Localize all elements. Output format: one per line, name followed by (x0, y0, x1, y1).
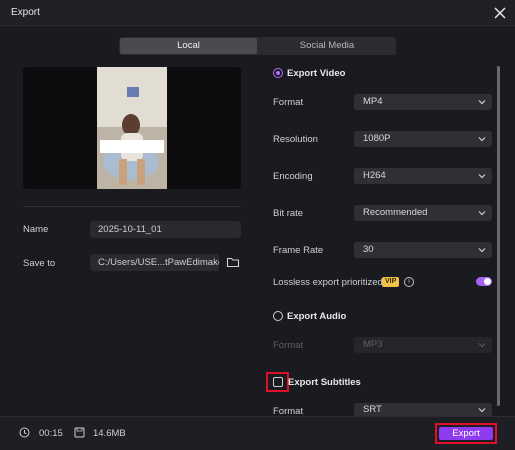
chevron-down-icon (478, 408, 486, 413)
save-to-label: Save to (23, 258, 56, 269)
export-button[interactable]: Export (439, 427, 493, 440)
export-tabs: Local Social Media (119, 37, 396, 55)
duration-text: 00:15 (39, 428, 63, 439)
name-label: Name (23, 224, 49, 235)
chevron-down-icon (478, 343, 486, 348)
chevron-down-icon (478, 137, 486, 142)
bitrate-label: Bit rate (273, 208, 304, 219)
resolution-select[interactable]: 1080P (354, 131, 492, 147)
highlight-box (266, 372, 289, 392)
framerate-label: Frame Rate (273, 245, 324, 256)
clock-icon (19, 427, 30, 438)
lossless-toggle[interactable] (476, 277, 492, 286)
bitrate-value: Recommended (363, 207, 428, 218)
bitrate-select[interactable]: Recommended (354, 205, 492, 221)
audio-format-label: Format (273, 340, 304, 351)
format-label: Format (273, 97, 304, 108)
export-subtitles-label: Export Subtitles (288, 377, 361, 388)
name-input[interactable]: 2025-10-11_01 (90, 221, 241, 238)
encoding-select[interactable]: H264 (354, 168, 492, 184)
subtitles-format-value: SRT (363, 404, 382, 415)
export-button-highlight: Export (435, 423, 497, 444)
divider (23, 206, 241, 207)
chevron-down-icon (478, 100, 486, 105)
resolution-label: Resolution (273, 134, 318, 145)
export-audio-radio[interactable] (273, 311, 283, 321)
title-bar: Export (0, 0, 515, 26)
format-select[interactable]: MP4 (354, 94, 492, 110)
export-audio-label: Export Audio (287, 311, 347, 322)
framerate-select[interactable]: 30 (354, 242, 492, 258)
window-title: Export (11, 7, 40, 18)
encoding-label: Encoding (273, 171, 313, 182)
lossless-label: Lossless export prioritized (273, 277, 383, 288)
close-icon[interactable] (491, 4, 509, 22)
subtitles-format-select[interactable]: SRT (354, 403, 492, 416)
framerate-value: 30 (363, 244, 374, 255)
file-size-text: 14.6MB (93, 428, 126, 439)
export-video-label: Export Video (287, 68, 346, 79)
tab-social-media[interactable]: Social Media (259, 38, 395, 54)
video-thumbnail (97, 67, 167, 189)
scrollbar[interactable] (497, 66, 500, 406)
chevron-down-icon (478, 211, 486, 216)
video-preview (23, 67, 241, 189)
export-video-radio[interactable] (273, 68, 283, 78)
format-value: MP4 (363, 96, 383, 107)
chevron-down-icon (478, 174, 486, 179)
resolution-value: 1080P (363, 133, 391, 144)
info-icon[interactable]: i (404, 277, 414, 287)
audio-format-value: MP3 (363, 339, 383, 350)
encoding-value: H264 (363, 170, 386, 181)
save-path-field[interactable]: C:/Users/USE...tPawEdimakor (90, 254, 219, 271)
audio-format-select: MP3 (354, 337, 492, 353)
folder-icon[interactable] (226, 255, 240, 269)
save-file-icon (74, 427, 85, 438)
vip-badge: VIP (382, 277, 400, 287)
tab-local[interactable]: Local (120, 38, 257, 54)
chevron-down-icon (478, 248, 486, 253)
